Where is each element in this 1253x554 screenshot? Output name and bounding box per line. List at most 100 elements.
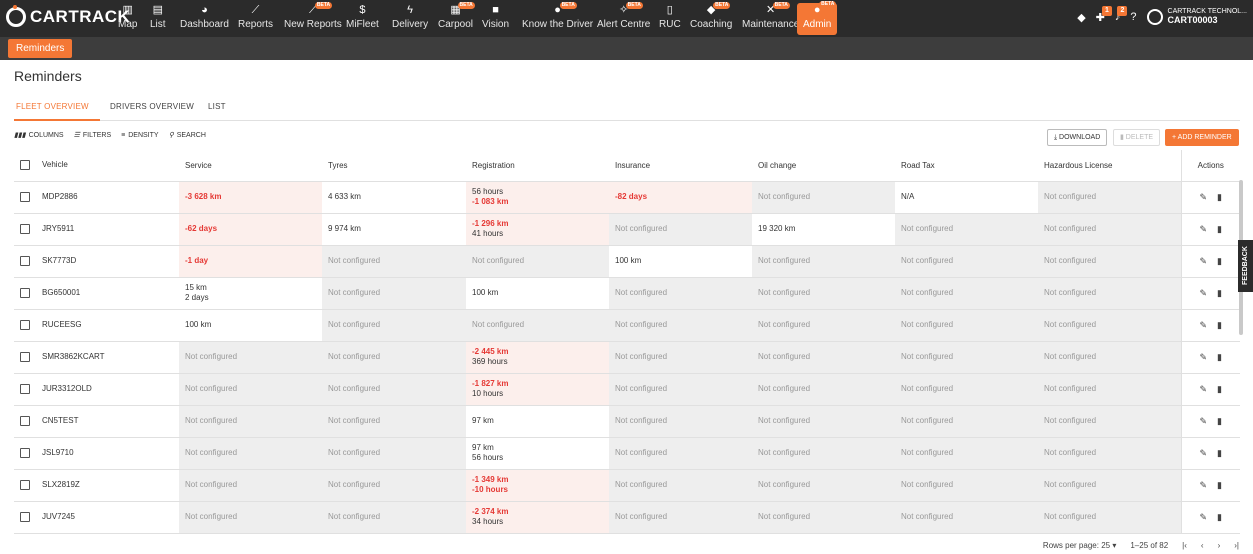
- nav-item-carpool[interactable]: ▦ BETA Carpool: [438, 2, 475, 34]
- columns-button[interactable]: ▮▮▮ COLUMNS: [14, 131, 64, 140]
- feedback-tab[interactable]: FEEDBACK: [1238, 240, 1253, 292]
- notifications-button[interactable]: ♪ 2: [1115, 6, 1128, 23]
- nav-item-know-the-driver[interactable]: ● BETA Know the Driver: [522, 2, 593, 34]
- density-button[interactable]: ≡ DENSITY: [121, 132, 158, 139]
- nav-item-map[interactable]: ▥ Map: [118, 4, 137, 34]
- nav-item-label: Admin: [803, 19, 832, 30]
- select-all-checkbox[interactable]: [20, 160, 30, 171]
- edit-icon[interactable]: ✎: [1200, 320, 1208, 330]
- edit-icon[interactable]: ✎: [1200, 288, 1208, 298]
- table-row[interactable]: SMR3862KCART Not configured Not configured…: [14, 341, 1240, 374]
- first-page-button[interactable]: |‹: [1182, 541, 1187, 550]
- tab-fleet-overview[interactable]: FLEET OVERVIEW: [16, 102, 89, 111]
- edit-icon[interactable]: ✎: [1200, 256, 1208, 266]
- column-header-road-tax[interactable]: Road Tax: [895, 150, 1038, 182]
- nav-item-dashboard[interactable]: ◕ Dashboard: [180, 4, 229, 34]
- edit-icon[interactable]: ✎: [1200, 352, 1208, 362]
- nav-item-maintenance[interactable]: ✕ BETA Maintenance: [742, 2, 799, 34]
- column-header-actions[interactable]: Actions: [1180, 150, 1240, 182]
- table-row[interactable]: JRY5911 -62 days 9 974 km -1 296 km 41 hours…: [14, 213, 1240, 246]
- column-header-service[interactable]: Service: [179, 150, 322, 182]
- nav-item-alert-centre[interactable]: ✧ BETA Alert Centre: [597, 2, 650, 34]
- row-checkbox[interactable]: [20, 511, 30, 522]
- download-button[interactable]: ⤓ DOWNLOAD: [1047, 129, 1108, 146]
- reminder-value: Not configured: [758, 192, 811, 201]
- table-row[interactable]: SK7773D -1 day Not configured Not configure…: [14, 245, 1240, 278]
- nav-item-vision[interactable]: ■ Vision: [482, 4, 509, 34]
- nav-item-delivery[interactable]: ϟ Delivery: [392, 4, 428, 34]
- next-page-button[interactable]: ›: [1218, 541, 1221, 550]
- column-header-tyres[interactable]: Tyres: [322, 150, 466, 182]
- edit-icon[interactable]: ✎: [1200, 480, 1208, 490]
- table-row[interactable]: RUCEESG 100 km Not configured Not configure…: [14, 309, 1240, 342]
- delete-icon[interactable]: ▮: [1217, 192, 1222, 202]
- row-checkbox[interactable]: [20, 319, 30, 330]
- table-row[interactable]: JUR3312OLD Not configured Not configured -1…: [14, 373, 1240, 406]
- nav-item-coaching[interactable]: ◆ BETA Coaching: [690, 2, 732, 34]
- delete-icon[interactable]: ▮: [1217, 480, 1222, 490]
- edit-icon[interactable]: ✎: [1200, 416, 1208, 426]
- account-menu[interactable]: CARTRACK TECHNOL... CART00003: [1146, 8, 1247, 26]
- vehicle-name: SK7773D: [42, 256, 77, 266]
- tab-list[interactable]: LIST: [208, 102, 226, 111]
- column-header-registration[interactable]: Registration: [466, 150, 609, 182]
- row-checkbox[interactable]: [20, 287, 30, 298]
- column-header-hazardous-license[interactable]: Hazardous License: [1038, 150, 1181, 182]
- tab-drivers-overview[interactable]: DRIVERS OVERVIEW: [110, 102, 194, 111]
- nav-item-ruc[interactable]: ▯ RUC: [659, 4, 681, 34]
- delete-icon[interactable]: ▮: [1217, 448, 1222, 458]
- table-row[interactable]: JUV7245 Not configured Not configured -2 37…: [14, 501, 1240, 534]
- row-checkbox[interactable]: [20, 191, 30, 202]
- subtab-reminders[interactable]: Reminders: [8, 39, 73, 58]
- vehicle-cell: JUR3312OLD: [14, 373, 179, 406]
- reminder-cell: Not configured: [895, 213, 1038, 246]
- row-checkbox[interactable]: [20, 383, 30, 394]
- edit-icon[interactable]: ✎: [1200, 512, 1208, 522]
- column-header-insurance[interactable]: Insurance: [609, 150, 752, 182]
- reminder-value: Not configured: [1044, 192, 1097, 201]
- edit-icon[interactable]: ✎: [1200, 224, 1208, 234]
- table-row[interactable]: MDP2886 -3 628 km 4 633 km 56 hours -1 083 k…: [14, 181, 1240, 214]
- row-checkbox[interactable]: [20, 447, 30, 458]
- add-reminder-button[interactable]: + ADD REMINDER: [1165, 129, 1239, 146]
- edit-icon[interactable]: ✎: [1200, 448, 1208, 458]
- help-icon[interactable]: ?: [1130, 11, 1136, 23]
- nav-item-label: Reports: [238, 19, 274, 30]
- last-page-button[interactable]: ›|: [1234, 541, 1239, 550]
- table-row[interactable]: BG650001 15 km 2 days Not configured 100 km N…: [14, 277, 1240, 310]
- delete-icon[interactable]: ▮: [1217, 384, 1222, 394]
- nav-item-admin[interactable]: ● BETA Admin: [797, 1, 838, 35]
- row-checkbox[interactable]: [20, 255, 30, 266]
- row-checkbox[interactable]: [20, 479, 30, 490]
- nav-item-reports[interactable]: ⟋ Reports: [238, 4, 273, 34]
- filters-button[interactable]: ☰ FILTERS: [74, 131, 112, 140]
- delete-button[interactable]: ▮ DELETE: [1113, 129, 1161, 146]
- delete-icon[interactable]: ▮: [1217, 320, 1222, 330]
- prev-page-button[interactable]: ‹: [1201, 541, 1204, 550]
- shield-icon[interactable]: ◆: [1077, 11, 1085, 24]
- delete-icon[interactable]: ▮: [1217, 224, 1222, 234]
- delete-icon[interactable]: ▮: [1217, 352, 1222, 362]
- nav-item-mifleet[interactable]: $ MiFleet: [346, 4, 379, 34]
- edit-icon[interactable]: ✎: [1200, 384, 1208, 394]
- cartrack-logo[interactable]: CARTRACK: [6, 5, 130, 27]
- nav-item-new-reports[interactable]: ⟋ BETA New Reports: [284, 2, 342, 34]
- table-row[interactable]: JSL9710 Not configured Not configured 97 km…: [14, 437, 1240, 470]
- column-header-oil-change[interactable]: Oil change: [752, 150, 895, 182]
- column-header-vehicle[interactable]: Vehicle: [14, 150, 179, 182]
- table-row[interactable]: SLX2819Z Not configured Not configured -1 3…: [14, 469, 1240, 502]
- rows-per-page[interactable]: Rows per page: 25 ▾: [1043, 541, 1116, 550]
- search-button[interactable]: ⚲ SEARCH: [169, 131, 206, 140]
- edit-icon[interactable]: ✎: [1200, 192, 1208, 202]
- delete-icon[interactable]: ▮: [1217, 256, 1222, 266]
- table-row[interactable]: CN5TEST Not configured Not configured 97 km…: [14, 405, 1240, 438]
- delete-icon[interactable]: ▮: [1217, 512, 1222, 522]
- row-checkbox[interactable]: [20, 415, 30, 426]
- row-checkbox[interactable]: [20, 351, 30, 362]
- reminder-cell: -1 296 km 41 hours: [466, 213, 609, 246]
- alerts-button[interactable]: ✚ 1: [1096, 5, 1112, 24]
- delete-icon[interactable]: ▮: [1217, 288, 1222, 298]
- nav-item-list[interactable]: ▤ List: [150, 4, 166, 34]
- row-checkbox[interactable]: [20, 223, 30, 234]
- delete-icon[interactable]: ▮: [1217, 416, 1222, 426]
